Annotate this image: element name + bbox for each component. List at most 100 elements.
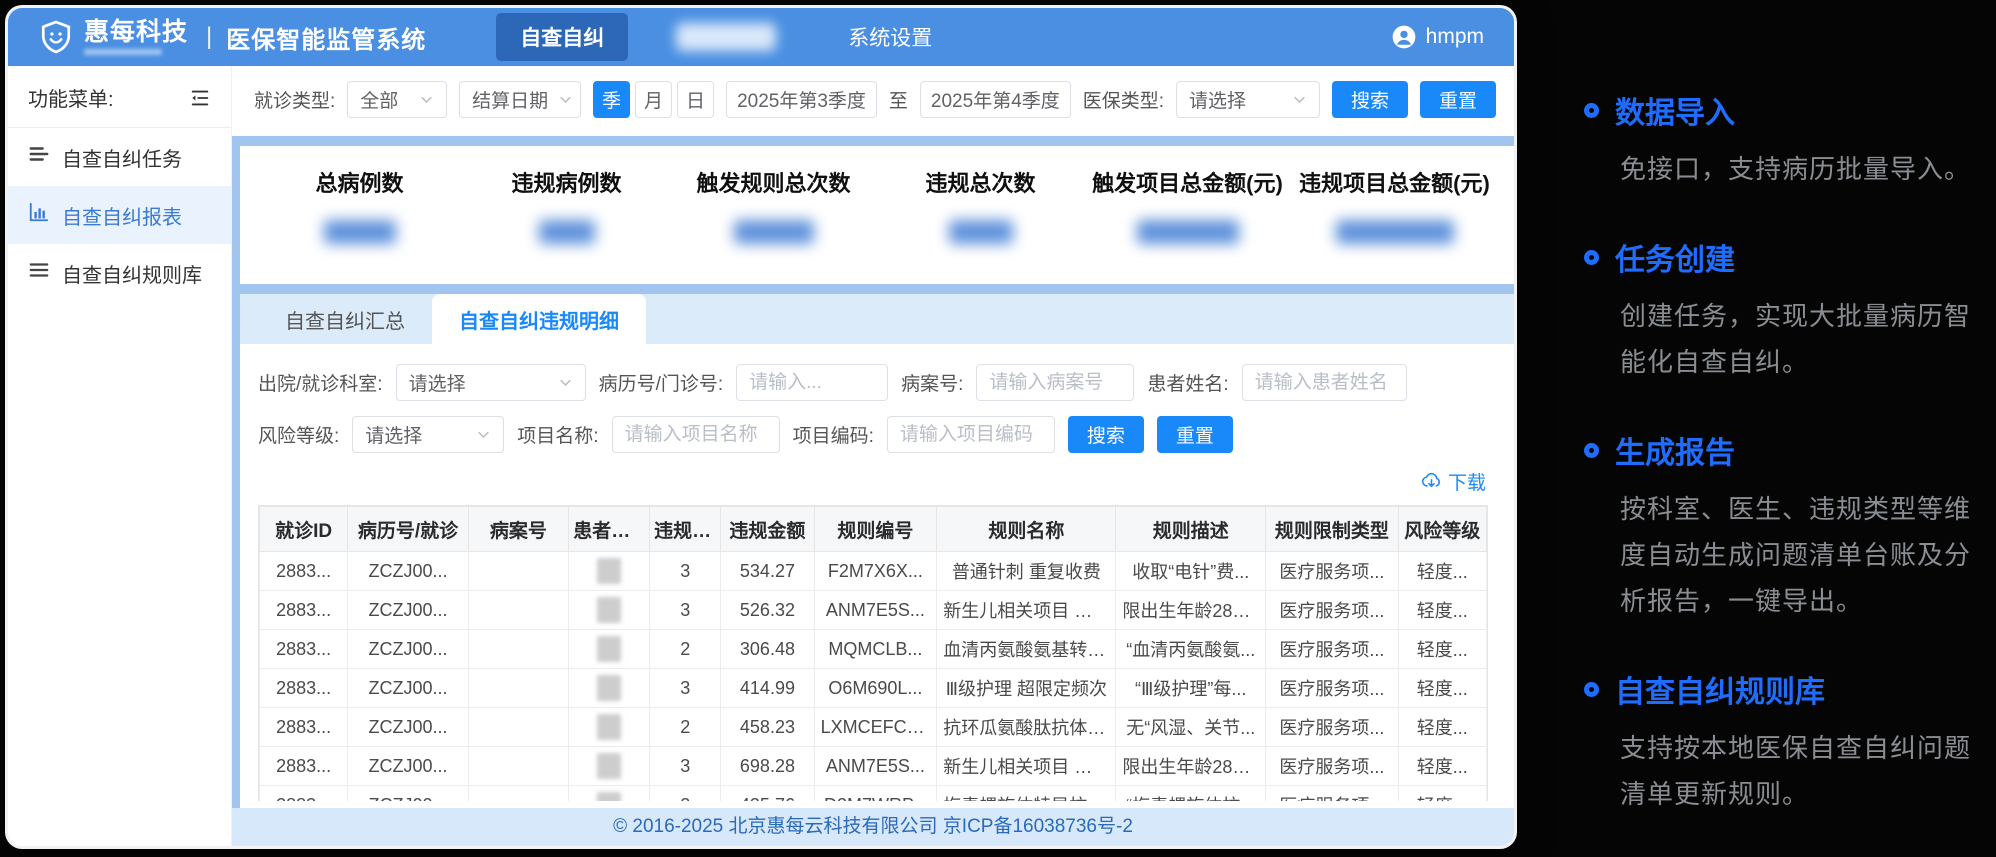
cell-rule-name: Ⅲ级护理 超限定频次 <box>937 669 1116 708</box>
stat-item: 总病例数 <box>256 166 463 244</box>
menu-fold-icon[interactable] <box>189 87 211 109</box>
cell-risk-level: 轻度... <box>1398 708 1486 747</box>
cell-risk-level: 轻度... <box>1398 630 1486 669</box>
stat-item: 触发项目总金额(元) <box>1084 166 1291 244</box>
cell-record-no: ZCZJ00... <box>348 552 468 591</box>
cell-rule-name: 梅毒螺旋体特异抗体测... <box>937 786 1116 802</box>
record-no-input[interactable] <box>736 364 888 401</box>
item-code-input[interactable] <box>887 416 1055 453</box>
cell-record-no: ZCZJ00... <box>348 591 468 630</box>
cell-violation-amount: 698.28 <box>721 747 814 786</box>
risk-level-select[interactable]: 请选择 <box>352 416 504 453</box>
feature-title: 数据导入 <box>1615 88 1735 132</box>
nav-item[interactable]: 自查自纠 <box>496 13 628 61</box>
sidebar-item-label: 自查自纠规则库 <box>62 259 202 288</box>
search-button-top[interactable]: 搜索 <box>1332 81 1408 118</box>
case-no-input[interactable] <box>976 364 1134 401</box>
tab[interactable]: 自查自纠汇总 <box>258 294 432 344</box>
period-option-2[interactable]: 月 <box>635 81 672 118</box>
feature-title: 自查自纠规则库 <box>1615 667 1825 711</box>
dept-select[interactable]: 请选择 <box>396 364 586 401</box>
table-row: 2883...ZCZJ00...3414.99O6M690L...Ⅲ级护理 超限… <box>260 669 1487 708</box>
table-row: 2883...ZCZJ00...3534.27F2M7X6X...普通针刺 重复… <box>260 552 1487 591</box>
download-link[interactable]: 下载 <box>260 468 1486 495</box>
feature-title: 生成报告 <box>1615 428 1735 472</box>
report-tabs-card: 自查自纠汇总自查自纠违规明细 出院/就诊科室: 请选择 <box>232 284 1514 808</box>
table-column-header: 规则编号 <box>814 507 937 552</box>
stat-item: 违规总次数 <box>877 166 1084 244</box>
visit-type-label: 就诊类型: <box>254 86 335 113</box>
cell-rule-code: LXMCEFC5... <box>814 708 937 747</box>
cell-risk-level: 轻度... <box>1398 552 1486 591</box>
cell-record-no: ZCZJ00... <box>348 669 468 708</box>
dept-label: 出院/就诊科室: <box>258 369 383 396</box>
stat-value-blurred <box>1336 220 1454 244</box>
feature-promo-panel: 数据导入免接口，支持病历批量导入。任务创建创建任务，实现大批量病历智能化自查自纠… <box>1538 0 1996 857</box>
nav-item-blurred[interactable] <box>676 23 776 51</box>
cell-rule-desc: “Ⅲ级护理”每... <box>1116 669 1266 708</box>
footer-copyright: © 2016-2025 北京惠每云科技有限公司 京ICP备16038736号-2 <box>232 808 1514 846</box>
table-column-header: 规则描述 <box>1116 507 1266 552</box>
period-option-1[interactable]: 季 <box>593 81 630 118</box>
cell-visit-id: 2883... <box>260 630 348 669</box>
stat-label: 触发项目总金额(元) <box>1084 166 1291 198</box>
main-content: 就诊类型: 全部 结算日期 季月日 2025年第3季度 <box>232 66 1514 846</box>
page-title: 医保智能监管系统 <box>226 20 426 55</box>
sidebar-item-default[interactable]: 自查自纠任务 <box>8 128 231 186</box>
item-name-input[interactable] <box>612 416 780 453</box>
sidebar: 功能菜单: 自查自纠任务自查自纠报表自查自纠规则库 <box>8 66 232 846</box>
insurance-type-select[interactable]: 请选择 <box>1176 81 1320 118</box>
chevron-down-icon <box>419 92 434 107</box>
cell-rule-limit-type: 医疗服务项... <box>1266 708 1399 747</box>
cell-case-no <box>468 630 569 669</box>
chevron-down-icon <box>1292 92 1307 107</box>
user-avatar-icon <box>1391 24 1417 50</box>
table-column-header: 规则名称 <box>937 507 1116 552</box>
cell-violation-amount: 306.48 <box>721 630 814 669</box>
period-option-3[interactable]: 日 <box>677 81 714 118</box>
cell-record-no: ZCZJ00... <box>348 747 468 786</box>
report-chart-icon <box>28 201 50 229</box>
cell-rule-code: MQMCLB... <box>814 630 937 669</box>
cell-rule-code: F2M7X6X... <box>814 552 937 591</box>
cell-visit-id: 2883... <box>260 747 348 786</box>
cell-rule-desc: 收取“电针”费... <box>1116 552 1266 591</box>
sidebar-item-default[interactable]: 自查自纠规则库 <box>8 244 231 302</box>
sidebar-item-active[interactable]: 自查自纠报表 <box>8 186 231 244</box>
date-to-input[interactable]: 2025年第4季度 <box>920 81 1071 118</box>
tab-active[interactable]: 自查自纠违规明细 <box>432 294 646 344</box>
search-button-detail[interactable]: 搜索 <box>1068 416 1144 453</box>
patient-name-cell <box>569 552 650 591</box>
patient-name-blurred <box>597 753 621 779</box>
brand-divider: | <box>206 23 212 51</box>
item-name-label: 项目名称: <box>517 421 598 448</box>
reset-button-detail[interactable]: 重置 <box>1157 416 1233 453</box>
cell-rule-desc: 无“风湿、关节... <box>1116 708 1266 747</box>
cell-rule-desc: 限出生年龄28天... <box>1116 591 1266 630</box>
promo-feature: 任务创建创建任务，实现大批量病历智能化自查自纠。 <box>1584 235 1972 385</box>
user-menu[interactable]: hmpm <box>1391 24 1484 50</box>
reset-button-top[interactable]: 重置 <box>1420 81 1496 118</box>
brand: 惠每科技 | 医保智能监管系统 <box>38 19 426 55</box>
cell-visit-id: 2883... <box>260 669 348 708</box>
cell-rule-name: 普通针刺 重复收费 <box>937 552 1116 591</box>
cell-case-no <box>468 786 569 802</box>
visit-type-select[interactable]: 全部 <box>347 81 447 118</box>
nav-item[interactable]: 系统设置 <box>824 13 956 61</box>
cell-case-no <box>468 669 569 708</box>
table-column-header: 规则限制类型 <box>1266 507 1399 552</box>
table-row: 2883...ZCZJ00...3526.32ANM7E5S...新生儿相关项目… <box>260 591 1487 630</box>
item-code-label: 项目编码: <box>793 421 874 448</box>
cell-rule-code: O6M690L... <box>814 669 937 708</box>
date-type-select[interactable]: 结算日期 <box>459 81 581 118</box>
cell-rule-name: 抗环瓜氨酸肽抗体测定 ... <box>937 708 1116 747</box>
patient-name-input[interactable] <box>1242 364 1407 401</box>
record-no-label: 病历号/门诊号: <box>599 369 724 396</box>
cell-record-no: ZCZJ00... <box>348 786 468 802</box>
date-from-input[interactable]: 2025年第3季度 <box>726 81 877 118</box>
promo-feature: 数据导入免接口，支持病历批量导入。 <box>1584 88 1972 192</box>
stat-item: 违规病例数 <box>463 166 670 244</box>
risk-level-label: 风险等级: <box>258 421 339 448</box>
table-column-header: 患者名称 <box>569 507 650 552</box>
screenshot-stage: 惠每科技 | 医保智能监管系统 自查自纠系统设置 hmpm 功能菜 <box>0 0 1996 857</box>
